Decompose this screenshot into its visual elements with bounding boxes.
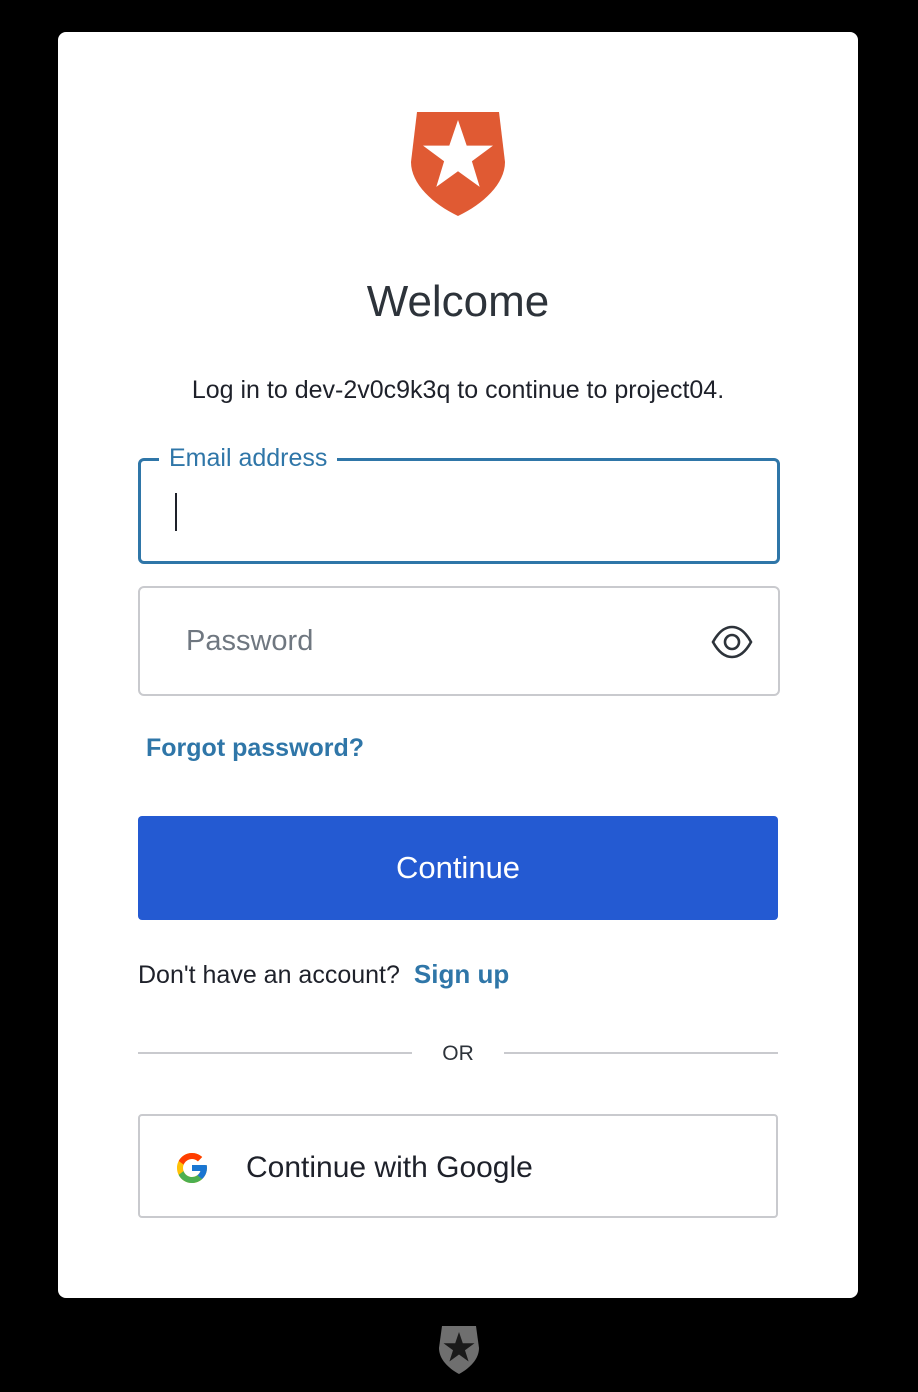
email-input[interactable] <box>165 483 749 541</box>
email-field[interactable]: Email address <box>138 441 780 564</box>
text-cursor <box>175 493 177 531</box>
email-label: Email address <box>159 441 338 475</box>
auth0-logo-icon <box>439 1326 479 1374</box>
auth0-shield-icon <box>411 112 505 216</box>
divider-or-text: OR <box>442 1042 474 1065</box>
password-field[interactable] <box>138 586 780 696</box>
signup-prompt: Don't have an account? <box>138 961 400 989</box>
continue-with-google-button[interactable]: Continue with Google <box>138 1114 778 1218</box>
google-button-label: Continue with Google <box>246 1151 533 1184</box>
eye-icon[interactable] <box>710 622 754 662</box>
login-card: Welcome Log in to dev-2v0c9k3q to contin… <box>58 32 858 1298</box>
sign-up-link[interactable]: Sign up <box>414 959 509 989</box>
password-input[interactable] <box>184 612 688 670</box>
divider-left <box>138 1052 412 1054</box>
signup-row: Don't have an account? Sign up <box>138 956 509 993</box>
forgot-password-link[interactable]: Forgot password? <box>146 730 364 766</box>
divider-right <box>504 1052 778 1054</box>
continue-button[interactable]: Continue <box>138 816 778 920</box>
google-icon <box>177 1153 207 1183</box>
page-title: Welcome <box>366 277 550 326</box>
page-subtitle: Log in to dev-2v0c9k3q to continue to pr… <box>191 376 725 404</box>
